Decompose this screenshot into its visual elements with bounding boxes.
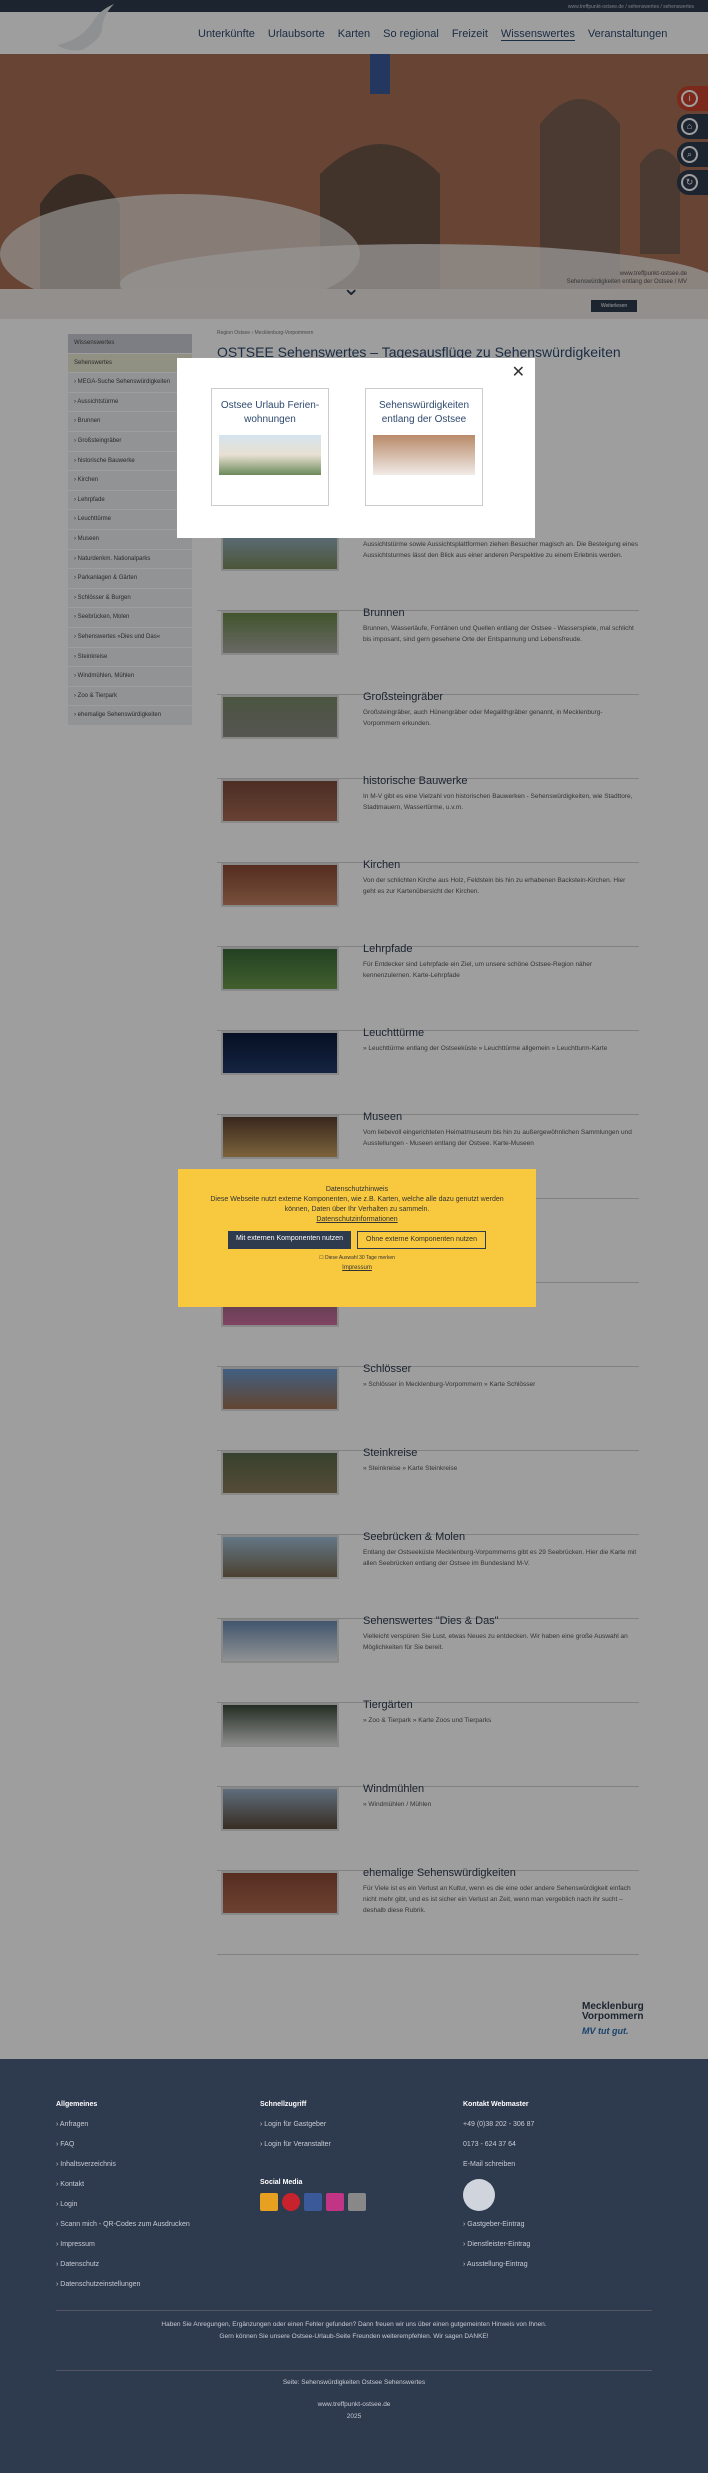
footer-contact-item[interactable]: E-Mail schreiben (463, 2155, 534, 2175)
footer-note-1: Haben Sie Anregungen, Ergänzungen oder e… (161, 2321, 547, 2328)
footer-domain[interactable]: www.treffpunkt-ostsee.de (0, 2399, 708, 2411)
close-icon[interactable]: ✕ (512, 362, 525, 382)
footer-entry-link[interactable]: › Gastgeber-Eintrag (463, 2215, 534, 2235)
footer-entry-link[interactable]: › Ausstellung-Eintrag (463, 2255, 534, 2275)
footer-heading-general: Allgemeines (56, 2101, 98, 2108)
remember-choice-label: Diese Auswahl 30 Tage merken (324, 1255, 395, 1261)
avatar (463, 2179, 495, 2211)
footer-quick-link[interactable]: › Login für Veranstalter (260, 2135, 366, 2155)
promo-modal: ✕ Ostsee Urlaub Ferien-wohnungen Sehensw… (177, 358, 535, 538)
footer-col-contact: Kontakt Webmaster +49 (0)38 202 - 306 87… (463, 2099, 534, 2275)
instagram-icon[interactable] (326, 2193, 344, 2211)
modal-card-holiday[interactable]: Ostsee Urlaub Ferien-wohnungen (211, 388, 329, 506)
footer-col-general: Allgemeines › Anfragen › FAQ › Inhaltsverz… (56, 2099, 190, 2295)
email-icon[interactable] (348, 2193, 366, 2211)
footer-contact-item[interactable]: 0173 - 624 37 64 (463, 2135, 534, 2155)
footer-link[interactable]: › FAQ (56, 2135, 190, 2155)
footer-link[interactable]: › Scann mich - QR-Codes zum Ausdrucken (56, 2215, 190, 2235)
footer-contact-item[interactable]: +49 (0)38 202 - 306 87 (463, 2115, 534, 2135)
cookie-banner: Datenschutzhinweis Diese Webseite nutzt … (178, 1169, 536, 1307)
footer-link[interactable]: › Kontakt (56, 2175, 190, 2195)
footer-quick-link[interactable]: › Login für Gastgeber (260, 2115, 366, 2135)
footer-link[interactable]: › Impressum (56, 2235, 190, 2255)
footer-divider-2 (56, 2370, 652, 2371)
modal-card-holiday-label: Ostsee Urlaub Ferien-wohnungen (220, 400, 320, 425)
social-icons (260, 2193, 366, 2211)
modal-card-sights-label: Sehenswürdigkeiten entlang der Ostsee (378, 400, 470, 425)
footer-link[interactable]: › Datenschutzeinstellungen (56, 2275, 190, 2295)
footer-link[interactable]: › Datenschutz (56, 2255, 190, 2275)
cookie-title: Datenschutzhinweis (325, 1186, 389, 1193)
impressum-link[interactable]: Impressum (178, 1263, 536, 1273)
footer-page-name: Seite: Sehenswürdigkeiten Ostsee Sehensw… (282, 2379, 426, 2386)
facebook-icon[interactable] (304, 2193, 322, 2211)
modal-card-sights-image (373, 435, 475, 475)
footer-heading-quick: Schnellzugriff (260, 2101, 307, 2108)
cookie-text: Diese Webseite nutzt externe Komponenten… (210, 1196, 504, 1213)
modal-backdrop[interactable] (0, 0, 708, 2059)
cookie-info-link[interactable]: Datenschutzinformationen (178, 1215, 536, 1225)
cookie-info-link-label: Datenschutzinformationen (316, 1216, 398, 1223)
pinterest-icon[interactable] (282, 2193, 300, 2211)
footer-heading-social: Social Media (260, 2179, 303, 2186)
remember-choice-checkbox[interactable]: ☐ Diese Auswahl 30 Tage merken (178, 1253, 536, 1263)
footer: Allgemeines › Anfragen › FAQ › Inhaltsverz… (0, 2059, 708, 2473)
modal-card-holiday-image (219, 435, 321, 475)
footer-year: 2025 (346, 2413, 362, 2420)
footer-note-2: Gern können Sie unsere Ostsee-Urlaub-Sei… (219, 2333, 489, 2340)
footer-bottom: Seite: Sehenswürdigkeiten Ostsee Sehensw… (0, 2377, 708, 2423)
modal-card-sights[interactable]: Sehenswürdigkeiten entlang der Ostsee (365, 388, 483, 506)
footer-heading-contact: Kontakt Webmaster (463, 2101, 529, 2108)
footer-entry-link[interactable]: › Dienstleister-Eintrag (463, 2235, 534, 2255)
footer-link[interactable]: › Login (56, 2195, 190, 2215)
decline-external-button[interactable]: Ohne externe Komponenten nutzen (357, 1231, 486, 1249)
accept-external-button[interactable]: Mit externen Komponenten nutzen (228, 1231, 352, 1249)
rss-icon[interactable] (260, 2193, 278, 2211)
footer-link[interactable]: › Anfragen (56, 2115, 190, 2135)
cookie-buttons: Mit externen Komponenten nutzen Ohne ext… (178, 1231, 536, 1249)
footer-divider (56, 2310, 652, 2311)
footer-col-quick: Schnellzugriff › Login für Gastgeber › Lo… (260, 2099, 366, 2211)
footer-link[interactable]: › Inhaltsverzeichnis (56, 2155, 190, 2175)
footer-note: Haben Sie Anregungen, Ergänzungen oder e… (0, 2319, 708, 2343)
